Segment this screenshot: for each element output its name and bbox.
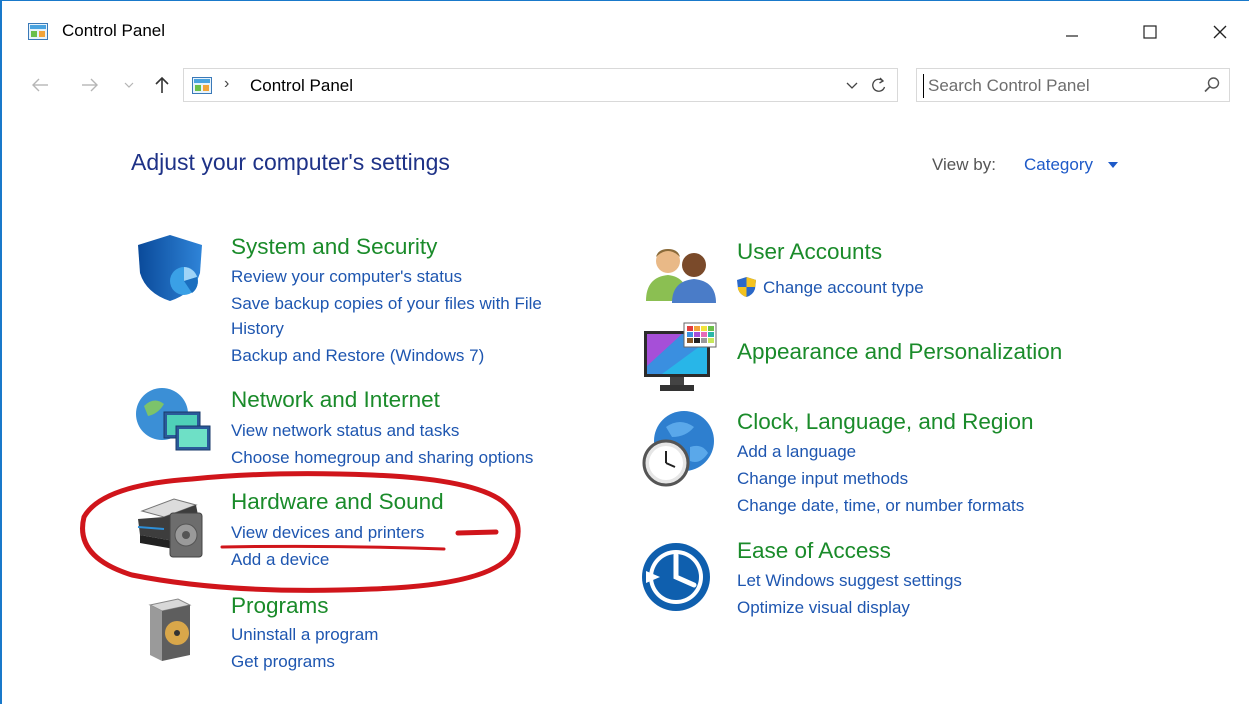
category-ease-of-access[interactable]: Ease of Access — [737, 538, 891, 564]
back-arrow-icon[interactable] — [30, 74, 50, 96]
category-programs[interactable]: Programs — [231, 593, 329, 619]
uac-shield-icon — [737, 277, 756, 297]
link-review-status[interactable]: Review your computer's status — [231, 267, 462, 287]
breadcrumb-control-panel[interactable]: Control Panel — [250, 76, 353, 96]
link-network-status[interactable]: View network status and tasks — [231, 421, 459, 441]
monitor-palette-icon[interactable] — [642, 321, 718, 395]
category-clock-language-region[interactable]: Clock, Language, and Region — [737, 409, 1033, 435]
up-arrow-icon[interactable] — [152, 74, 172, 96]
close-button[interactable] — [1200, 15, 1240, 49]
page-title: Adjust your computer's settings — [131, 149, 450, 175]
forward-arrow-icon[interactable] — [80, 74, 100, 96]
caret-down-icon[interactable] — [1108, 162, 1118, 168]
recent-locations-chevron-icon[interactable] — [122, 74, 136, 96]
link-view-devices-printers[interactable]: View devices and printers — [231, 523, 424, 543]
link-optimize-visual-display[interactable]: Optimize visual display — [737, 598, 910, 618]
link-get-programs[interactable]: Get programs — [231, 652, 335, 672]
users-icon[interactable] — [642, 245, 720, 303]
link-file-history[interactable]: Save backup copies of your files with Fi… — [231, 294, 542, 314]
programs-disc-icon[interactable] — [144, 595, 196, 665]
control-panel-icon — [192, 77, 212, 94]
link-windows-suggest-settings[interactable]: Let Windows suggest settings — [737, 571, 962, 591]
minimize-icon — [1066, 35, 1078, 37]
control-panel-window: Control Panel › Control Panel Search Con… — [0, 0, 1249, 704]
control-panel-icon — [28, 23, 48, 40]
link-homegroup-sharing[interactable]: Choose homegroup and sharing options — [231, 448, 533, 468]
title-bar[interactable]: Control Panel — [2, 1, 1249, 61]
category-user-accounts[interactable]: User Accounts — [737, 239, 882, 265]
link-change-input-methods[interactable]: Change input methods — [737, 469, 908, 489]
breadcrumb-separator[interactable]: › — [224, 75, 229, 93]
globe-network-icon[interactable] — [134, 386, 214, 456]
view-by-label: View by: — [932, 155, 996, 174]
chevron-down-icon[interactable] — [844, 75, 860, 95]
category-appearance-personalization[interactable]: Appearance and Personalization — [737, 339, 1062, 365]
category-hardware-sound[interactable]: Hardware and Sound — [231, 489, 444, 515]
minimize-button[interactable] — [1052, 15, 1092, 49]
address-bar[interactable]: › Control Panel — [183, 68, 898, 102]
search-icon[interactable] — [1203, 76, 1221, 94]
search-input[interactable] — [923, 74, 1190, 98]
shield-icon[interactable] — [134, 233, 206, 303]
link-change-account-type[interactable]: Change account type — [763, 278, 924, 298]
refresh-icon[interactable] — [870, 75, 888, 95]
link-uninstall-program[interactable]: Uninstall a program — [231, 625, 378, 645]
link-backup-restore[interactable]: Backup and Restore (Windows 7) — [231, 346, 484, 366]
clock-globe-icon[interactable] — [640, 409, 718, 489]
category-network-internet[interactable]: Network and Internet — [231, 387, 440, 413]
link-change-date-time-formats[interactable]: Change date, time, or number formats — [737, 496, 1024, 516]
maximize-button[interactable] — [1130, 15, 1170, 49]
link-add-device[interactable]: Add a device — [231, 550, 329, 570]
link-file-history-cont[interactable]: History — [231, 319, 284, 339]
category-system-security[interactable]: System and Security — [231, 234, 437, 260]
close-icon — [1213, 25, 1227, 39]
search-box[interactable] — [916, 68, 1230, 102]
ease-of-access-icon[interactable] — [640, 541, 712, 613]
printer-speaker-icon[interactable] — [134, 491, 210, 561]
maximize-icon — [1143, 25, 1157, 39]
view-by-dropdown[interactable]: Category — [1024, 155, 1093, 175]
window-title: Control Panel — [62, 21, 166, 40]
link-add-language[interactable]: Add a language — [737, 442, 856, 462]
